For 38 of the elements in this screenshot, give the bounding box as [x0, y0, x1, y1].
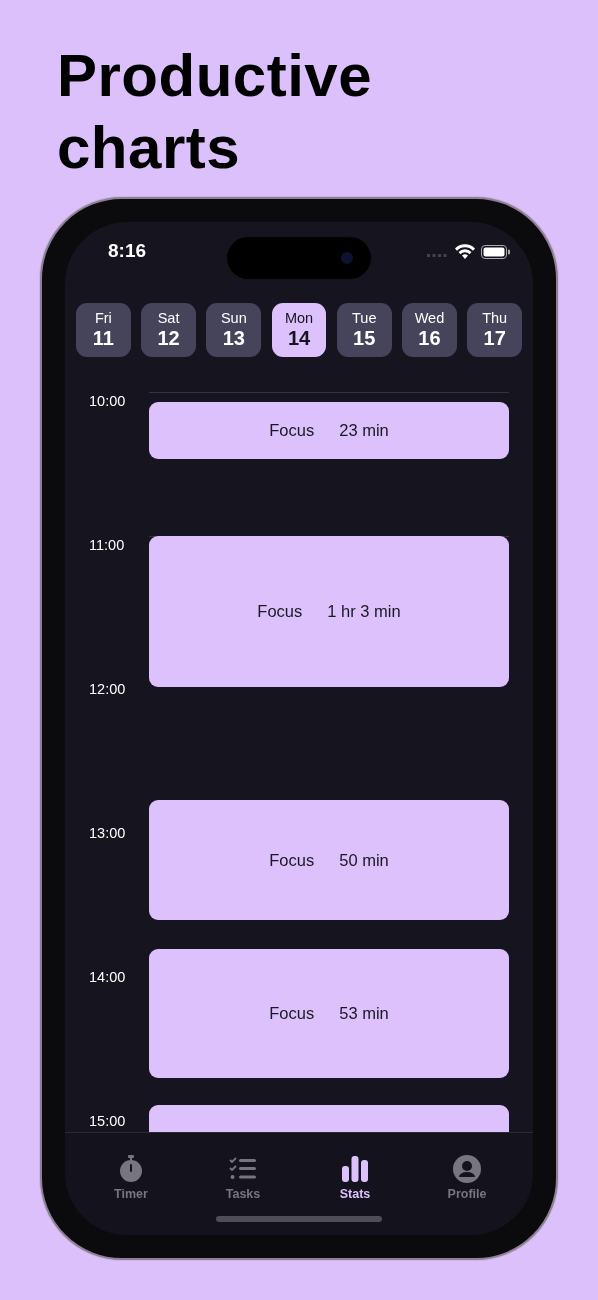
day-tab[interactable]: Fri 11	[76, 303, 131, 357]
session-label: Focus	[269, 1004, 315, 1023]
profile-icon	[453, 1155, 481, 1183]
session-label: Focus	[269, 850, 315, 870]
stopwatch-icon	[118, 1155, 144, 1183]
session-label: Focus	[269, 421, 315, 440]
session-duration: 23 min	[339, 421, 389, 440]
headline: Productive charts	[57, 41, 374, 183]
battery-icon	[481, 245, 510, 259]
checklist-icon	[229, 1157, 257, 1181]
session-card[interactable]: Focus 50 min	[149, 800, 509, 920]
wifi-icon	[455, 244, 475, 259]
session-card[interactable]: Focus 1 hr 3 min	[149, 536, 509, 687]
bar-chart-icon	[342, 1156, 368, 1182]
hour-label: 11:00	[89, 536, 125, 554]
tab-item[interactable]: Stats	[310, 1155, 400, 1201]
signal-icon	[427, 254, 447, 257]
hour-label: 14:00	[89, 968, 126, 986]
session-card[interactable]: Focus 53 min	[149, 949, 509, 1078]
clock-time: 8:16	[108, 240, 147, 262]
day-tab[interactable]: Sat 12	[141, 303, 196, 357]
session-duration: 1 hr 3 min	[327, 602, 401, 621]
hour-label: 12:00	[89, 680, 126, 698]
tab-item[interactable]: Tasks	[198, 1155, 288, 1201]
session-duration: 53 min	[339, 1004, 389, 1023]
session-duration: 50 min	[339, 850, 389, 870]
hour-label: 15:00	[89, 1112, 126, 1130]
day-tab[interactable]: Thu 17	[467, 303, 523, 357]
tab-item[interactable]: Timer	[86, 1155, 176, 1201]
day-tab[interactable]: Tue 15	[336, 303, 392, 357]
hour-label: 10:00	[89, 392, 126, 410]
day-tab[interactable]: Wed 16	[402, 303, 457, 357]
tab-item[interactable]: Profile	[422, 1155, 512, 1201]
session-card[interactable]: Focus 23 min	[149, 402, 509, 459]
hour-label: 13:00	[89, 824, 126, 842]
day-tab[interactable]: Sun 13	[206, 303, 262, 357]
day-tab[interactable]: Mon 14	[271, 303, 327, 357]
session-label: Focus	[257, 602, 303, 621]
